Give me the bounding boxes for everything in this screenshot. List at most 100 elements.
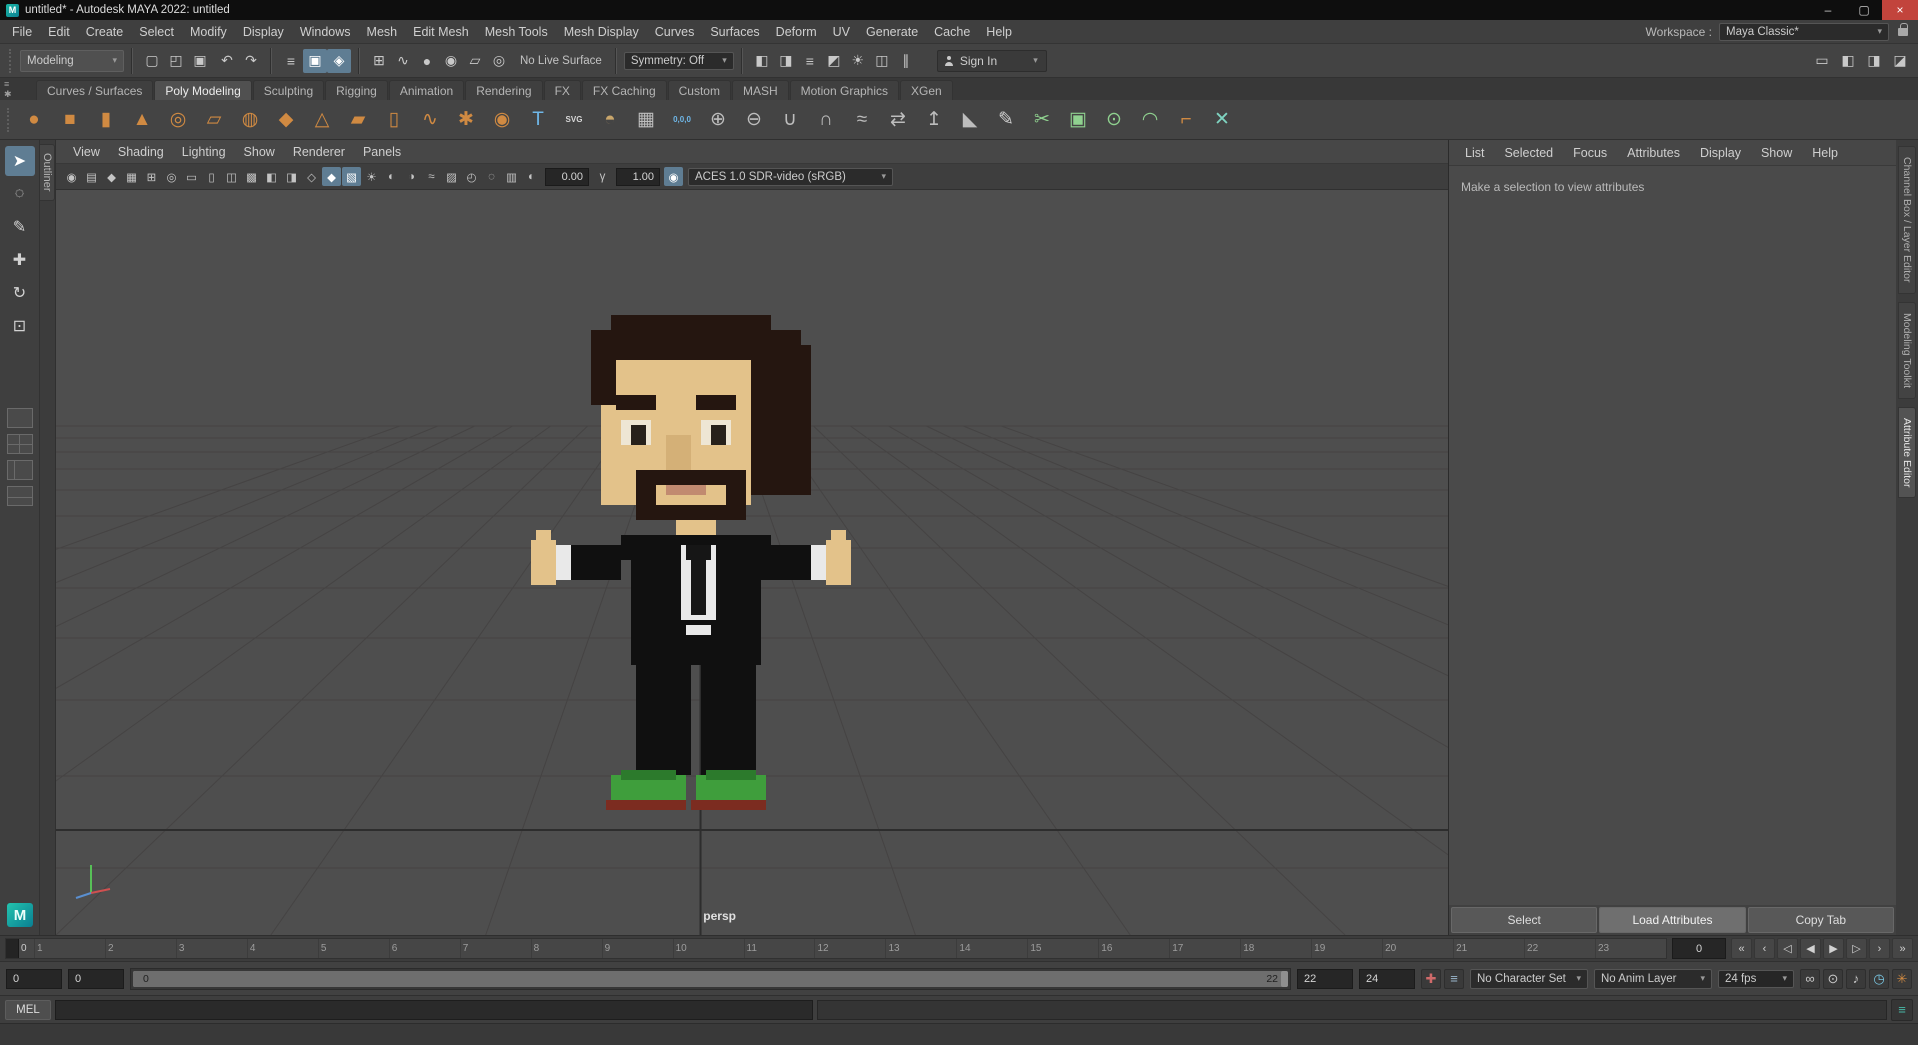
lookdev-icon[interactable]: ◫	[870, 49, 894, 73]
ipr-render-icon[interactable]: ◨	[774, 49, 798, 73]
poly-platonic-icon[interactable]: ◆	[269, 103, 303, 137]
symmetry-select[interactable]: Symmetry: Off	[623, 51, 734, 70]
anim-layer-stack-icon[interactable]: ≡	[1444, 968, 1464, 989]
hypershade-icon[interactable]: ◩	[822, 49, 846, 73]
menu-item[interactable]: Mesh	[359, 20, 406, 44]
bookmarks-icon[interactable]: ◆	[102, 167, 121, 186]
shelf-tab[interactable]: Curves / Surfaces	[36, 80, 154, 100]
menu-item[interactable]: Curves	[647, 20, 703, 44]
shelf-tab[interactable]: FX Caching	[581, 80, 667, 100]
smooth-icon[interactable]: ≈	[845, 103, 879, 137]
oversampling-icon[interactable]: ◎	[162, 167, 181, 186]
lasso-select-tool[interactable]: ◌	[5, 179, 35, 209]
snap-to-origin-icon[interactable]: 0,0,0	[665, 103, 699, 137]
camera-attributes-icon[interactable]: ▤	[82, 167, 101, 186]
textured-icon[interactable]: ▧	[342, 167, 361, 186]
animation-end-field[interactable]: 24	[1359, 968, 1415, 989]
poly-helix-icon[interactable]: ∿	[413, 103, 447, 137]
exposure-icon[interactable]: ◐	[522, 167, 541, 186]
animation-preferences-icon[interactable]: ✳	[1892, 968, 1912, 989]
menu-item[interactable]: UV	[825, 20, 858, 44]
menu-item[interactable]: Generate	[858, 20, 926, 44]
shelf-gear-icon[interactable]: ✱	[4, 89, 12, 99]
image-plane-icon[interactable]: ▦	[122, 167, 141, 186]
range-end-handle[interactable]	[1281, 970, 1288, 987]
animation-start-field[interactable]: 0	[6, 968, 62, 989]
motion-blur-icon[interactable]: ≈	[422, 167, 441, 186]
character-set-select[interactable]: No Character Set	[1470, 968, 1588, 989]
poly-disc-icon[interactable]: ◍	[233, 103, 267, 137]
make-live-icon[interactable]: ◎	[487, 49, 511, 73]
select-hierarchy-icon[interactable]: ≡	[279, 49, 303, 73]
tool-settings-toggle-icon[interactable]: ◧	[1836, 49, 1860, 73]
curve-arc-icon[interactable]: ⌐	[1169, 103, 1203, 137]
boolean-union-icon[interactable]: ∪	[773, 103, 807, 137]
poly-prism-icon[interactable]: ▰	[341, 103, 375, 137]
snap-to-point-icon[interactable]: ●	[415, 49, 439, 73]
poly-type-icon[interactable]: T	[521, 103, 555, 137]
shelf-tab[interactable]: Rendering	[465, 80, 543, 100]
shelf-tab[interactable]: XGen	[900, 80, 953, 100]
play-forwards-button[interactable]: ▶	[1823, 938, 1844, 959]
shadows-icon[interactable]: ◐	[382, 167, 401, 186]
target-weld-icon[interactable]: ⊙	[1097, 103, 1131, 137]
character-model[interactable]	[531, 315, 871, 815]
poly-sphere-icon[interactable]: ●	[17, 103, 51, 137]
viewport-canvas[interactable]: persp	[56, 190, 1448, 935]
anim-layer-select[interactable]: No Anim Layer	[1594, 968, 1712, 989]
resolution-gate-icon[interactable]: ▯	[202, 167, 221, 186]
step-back-frame-button[interactable]: ‹	[1754, 938, 1775, 959]
menu-item[interactable]: Deform	[768, 20, 825, 44]
pause-viewport-icon[interactable]: ∥	[894, 49, 918, 73]
menu-item[interactable]: Modify	[182, 20, 235, 44]
construction-plane-icon[interactable]: ▦	[629, 103, 663, 137]
go-to-end-button[interactable]: »	[1892, 938, 1913, 959]
delete-component-icon[interactable]: ✕	[1205, 103, 1239, 137]
pencil-curve-icon[interactable]: ✎	[989, 103, 1023, 137]
menu-item[interactable]: Cache	[926, 20, 978, 44]
shelf-tab[interactable]: Custom	[667, 80, 731, 100]
panel-menu-item[interactable]: Shading	[109, 145, 173, 159]
render-settings-icon[interactable]: ≡	[798, 49, 822, 73]
sign-in-button[interactable]: Sign In	[936, 49, 1047, 72]
script-editor-icon[interactable]: ≡	[1891, 998, 1913, 1021]
go-to-start-button[interactable]: «	[1731, 938, 1752, 959]
attribute-editor-menu-item[interactable]: Show	[1751, 146, 1802, 160]
isolate-select-icon[interactable]: ◌	[482, 167, 501, 186]
light-editor-icon[interactable]: ☀	[846, 49, 870, 73]
command-line-mode-button[interactable]: MEL	[5, 999, 51, 1020]
attribute-editor-button[interactable]: Select	[1451, 907, 1598, 933]
attribute-editor-toggle-icon[interactable]: ◨	[1862, 49, 1886, 73]
attribute-editor-menu-item[interactable]: Focus	[1563, 146, 1617, 160]
attribute-editor-menu-item[interactable]: Selected	[1494, 146, 1563, 160]
menu-item[interactable]: Edit	[40, 20, 78, 44]
paint-select-tool[interactable]: ✎	[5, 212, 35, 242]
separate-icon[interactable]: ⊖	[737, 103, 771, 137]
close-button[interactable]: ×	[1882, 0, 1918, 20]
sculpt-tool-icon[interactable]: ◓	[593, 103, 627, 137]
save-scene-icon[interactable]: ▣	[188, 49, 212, 73]
poly-gear-icon[interactable]: ✱	[449, 103, 483, 137]
time-slider[interactable]: 0 1 2 3 4 5 6 7 8 9 10 11 12 13 14 15 16 17 18 19 20 21 22 23	[5, 938, 1667, 959]
workspace-lock-icon[interactable]	[1898, 22, 1908, 36]
poly-cube-icon[interactable]: ■	[53, 103, 87, 137]
auto-key-icon[interactable]: ⊙	[1823, 968, 1843, 989]
set-key-icon[interactable]: ✚	[1421, 968, 1441, 989]
snap-to-curve-icon[interactable]: ∿	[391, 49, 415, 73]
attribute-editor-menu-item[interactable]: Display	[1690, 146, 1751, 160]
play-backwards-button[interactable]: ◀	[1800, 938, 1821, 959]
multi-cut-icon[interactable]: ✂	[1025, 103, 1059, 137]
minimize-button[interactable]: –	[1810, 0, 1846, 20]
undo-icon[interactable]: ↶	[215, 49, 239, 73]
lock-camera-icon[interactable]: ◉	[62, 167, 81, 186]
step-forward-key-button[interactable]: ▷	[1846, 938, 1867, 959]
attribute-editor-menu-item[interactable]: List	[1455, 146, 1494, 160]
panel-menu-item[interactable]: View	[64, 145, 109, 159]
select-component-icon[interactable]: ◈	[327, 48, 351, 73]
current-frame-field[interactable]: 0	[1672, 938, 1726, 959]
current-time-marker[interactable]	[6, 939, 19, 958]
field-chart-icon[interactable]: ▩	[242, 167, 261, 186]
menu-item[interactable]: Mesh Display	[556, 20, 647, 44]
rotate-tool[interactable]: ↻	[5, 278, 35, 308]
shelf-tab[interactable]: Poly Modeling	[154, 80, 252, 100]
